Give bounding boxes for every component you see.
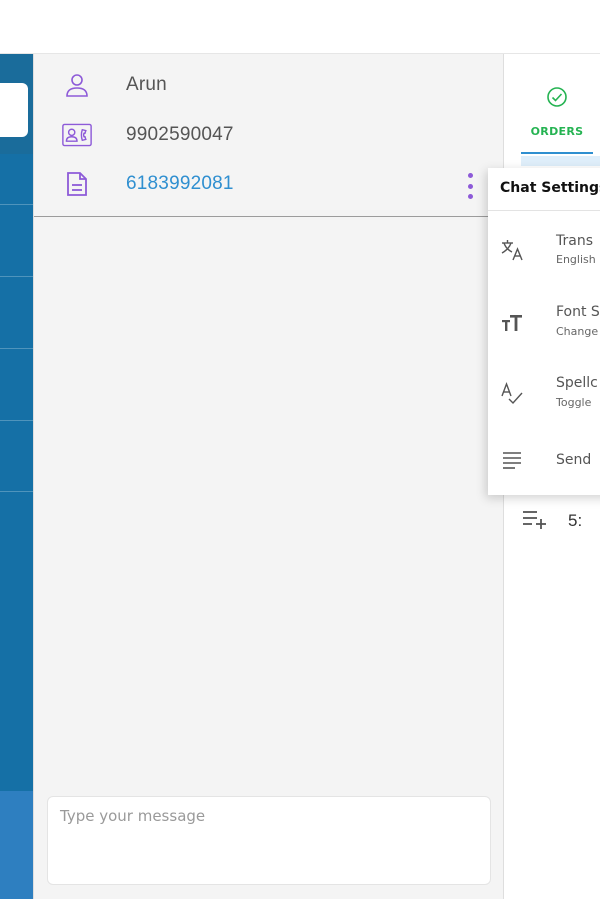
spellcheck-icon [500, 381, 524, 405]
menu-item-subtitle: Change [556, 325, 599, 338]
menu-item-subtitle: Toggle [556, 396, 592, 409]
top-bar [0, 0, 600, 54]
sidebar-search-box[interactable] [0, 83, 28, 137]
tab-orders[interactable]: ORDERS [521, 80, 593, 154]
contact-name: Arun [126, 74, 167, 95]
menu-item-send[interactable]: Send [488, 438, 600, 495]
order-id-link[interactable]: 6183992081 [126, 173, 234, 195]
message-input[interactable] [48, 797, 490, 884]
menu-item-spellcheck[interactable]: Spellc Toggle [488, 367, 600, 429]
menu-item-title: Spellc [556, 375, 598, 391]
font-size-icon [500, 311, 524, 335]
contact-phone-row: 9902590047 [34, 115, 454, 155]
kebab-menu-icon[interactable] [464, 171, 476, 201]
sidebar-divider [0, 420, 33, 421]
message-composer [47, 796, 491, 885]
contact-card-phone-icon [62, 120, 92, 150]
sidebar-divider [0, 276, 33, 277]
playlist-add-icon [522, 509, 548, 534]
contact-header: Arun 9902590047 6183992081 [34, 54, 503, 217]
user-icon [62, 70, 92, 100]
translate-icon [500, 238, 524, 262]
menu-item-title: Font S [556, 304, 600, 320]
chat-panel: Arun 9902590047 6183992081 Type your mes… [33, 54, 504, 899]
menu-item-title: Trans [556, 233, 593, 249]
send-text-icon [500, 448, 524, 472]
sidebar-divider [0, 491, 33, 492]
contact-order-row[interactable]: 6183992081 [34, 164, 454, 204]
sidebar-header [0, 54, 33, 154]
menu-item-subtitle: English [556, 253, 596, 266]
menu-item-title: Send [556, 452, 592, 468]
sidebar-footer [0, 791, 33, 899]
sidebar-divider [0, 204, 33, 205]
list-item-number: 5: [568, 511, 583, 530]
selected-order-highlight [521, 156, 600, 166]
document-icon [62, 169, 92, 199]
menu-divider [488, 210, 600, 211]
sidebar-divider [0, 348, 33, 349]
contact-name-row: Arun [34, 65, 454, 105]
tab-orders-label: ORDERS [530, 125, 584, 138]
left-sidebar [0, 54, 33, 899]
check-circle-icon [546, 86, 568, 113]
chat-settings-menu: Chat Settings Trans English Font S Chang… [488, 168, 600, 495]
menu-item-translate[interactable]: Trans English [488, 220, 600, 282]
chat-settings-title: Chat Settings [500, 180, 600, 196]
contact-phone: 9902590047 [126, 124, 234, 145]
list-item[interactable]: 5: [518, 509, 600, 533]
menu-item-font-size[interactable]: Font S Change [488, 293, 600, 355]
